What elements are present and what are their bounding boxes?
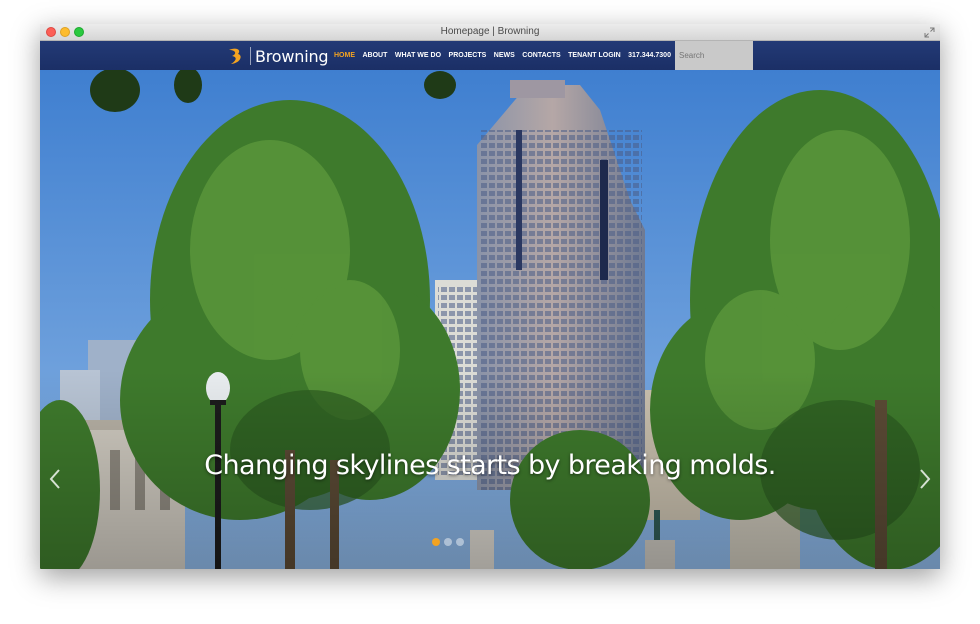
fullscreen-icon[interactable] [924,27,935,38]
menu-item-contacts[interactable]: CONTACTS [522,52,560,59]
main-menu: HOME ABOUT WHAT WE DO PROJECTS NEWS CONT… [334,41,678,70]
menu-item-home[interactable]: HOME [334,52,355,59]
chevron-right-icon[interactable] [918,468,932,490]
chevron-left-icon[interactable] [48,468,62,490]
slider-dot-3[interactable] [456,538,464,546]
hero-caption: Changing skylines starts by breaking mol… [204,450,776,481]
site-navbar: Browning HOME ABOUT WHAT WE DO PROJECTS … [40,41,940,70]
slider-dot-2[interactable] [444,538,452,546]
window-title: Homepage | Browning [440,26,540,37]
browning-b-logo-icon [229,48,241,64]
slider-dot-1[interactable] [432,538,440,546]
hero-slider: Changing skylines starts by breaking mol… [40,70,940,569]
menu-item-news[interactable]: NEWS [494,52,515,59]
menu-item-about[interactable]: ABOUT [363,52,388,59]
menu-item-tenant-login[interactable]: TENANT LOGIN [568,52,621,59]
menu-item-phone[interactable]: 317.344.7300 [628,52,671,59]
browser-window: Homepage | Browning Browning HOME ABOUT … [40,24,940,569]
logo-divider [250,47,251,65]
slider-pagination [432,538,468,546]
menu-item-projects[interactable]: PROJECTS [449,52,487,59]
site-logo[interactable]: Browning [226,45,329,67]
hero-image [40,70,940,569]
menu-item-what-we-do[interactable]: WHAT WE DO [395,52,441,59]
search-input[interactable] [675,41,753,70]
window-titlebar: Homepage | Browning [40,24,940,41]
logo-text: Browning [255,46,329,66]
